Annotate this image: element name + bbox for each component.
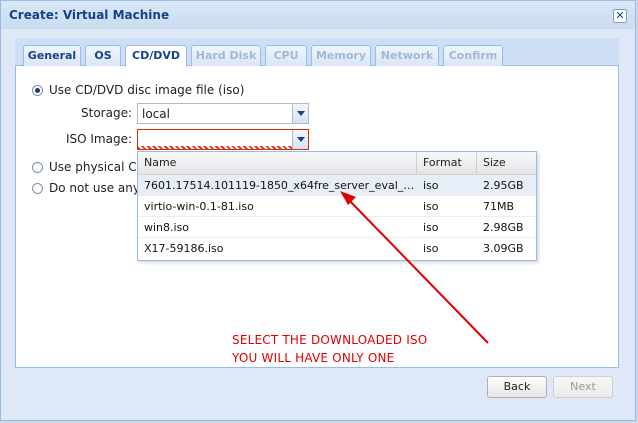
radio-use-iso[interactable]: Use CD/DVD disc image file (iso) [32,83,244,97]
tab-cd-dvd[interactable]: CD/DVD [125,45,187,67]
tab-hard-disk: Hard Disk [191,45,261,66]
radio-label-iso: Use CD/DVD disc image file (iso) [49,83,245,97]
radio-button[interactable] [32,161,43,173]
annotation-line-2: YOU WILL HAVE ONLY ONE [232,351,395,365]
iso-format-cell: iso [423,221,439,234]
grid-header: Name Format Size [138,152,536,175]
tab-memory: Memory [311,45,371,66]
tab-network: Network [375,45,439,66]
column-header-size[interactable]: Size [477,152,536,174]
tab-general[interactable]: General [23,45,81,66]
tab-cpu: CPU [265,45,307,66]
column-header-format[interactable]: Format [417,152,477,174]
tab-strip: General OS CD/DVD Hard Disk CPU Memory N… [15,38,619,67]
iso-size-cell: 3.09GB [483,242,524,255]
window-titlebar: Create: Virtual Machine ✕ [1,1,635,29]
grid-row[interactable]: win8.iso iso 2.98GB [138,217,536,238]
iso-format-cell: iso [423,200,439,213]
iso-image-label: ISO Image: [65,132,132,146]
grid-row[interactable]: 7601.17514.101119-1850_x64fre_server_eva… [138,175,536,196]
invalid-underline [138,146,292,149]
iso-name-cell: 7601.17514.101119-1850_x64fre_server_eva… [144,179,417,192]
iso-dropdown-grid: Name Format Size 7601.17514.101119-1850_… [137,151,537,261]
storage-select[interactable]: local [137,103,309,124]
radio-label-physical: Use physical CD/ [49,160,150,174]
iso-image-select[interactable] [137,129,309,150]
radio-use-physical[interactable]: Use physical CD/ [32,160,150,174]
back-button[interactable]: Back [487,376,547,398]
chevron-down-icon[interactable] [292,130,308,149]
iso-name-cell: virtio-win-0.1-81.iso [144,200,254,213]
iso-format-cell: iso [423,242,439,255]
column-header-name[interactable]: Name [138,152,417,174]
chevron-down-icon[interactable] [292,104,308,123]
iso-format-cell: iso [423,179,439,192]
annotation-line-1: SELECT THE DOWNLOADED ISO [232,333,428,347]
tab-os[interactable]: OS [85,45,121,66]
window-title: Create: Virtual Machine [9,8,170,22]
tab-confirm: Confirm [443,45,503,66]
next-button[interactable]: Next [553,376,613,398]
radio-button[interactable] [32,182,43,194]
iso-size-cell: 71MB [483,200,515,213]
annotation-text: SELECT THE DOWNLOADED ISO YOU WILL HAVE … [232,331,427,367]
radio-button-selected[interactable] [32,84,43,96]
storage-value: local [142,107,170,121]
iso-size-cell: 2.98GB [483,221,524,234]
iso-name-cell: X17-59186.iso [144,242,224,255]
close-icon[interactable]: ✕ [613,9,627,23]
iso-name-cell: win8.iso [144,221,190,234]
storage-label: Storage: [81,106,132,120]
grid-row[interactable]: X17-59186.iso iso 3.09GB [138,238,536,259]
grid-row[interactable]: virtio-win-0.1-81.iso iso 71MB [138,196,536,217]
iso-size-cell: 2.95GB [483,179,524,192]
